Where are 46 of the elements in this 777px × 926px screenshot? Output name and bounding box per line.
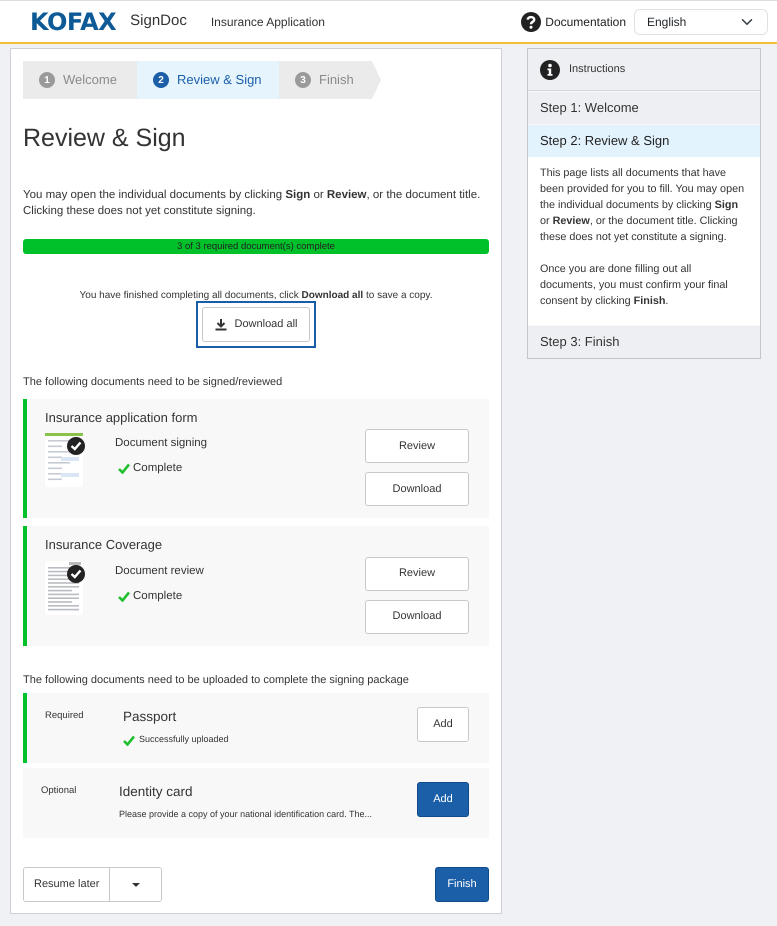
- upload-title: Identity card: [119, 783, 194, 801]
- upload-status: Successfully uploaded: [139, 733, 229, 746]
- app-name: SignDoc: [130, 11, 187, 32]
- progress-label: 3 of 3 required document(s) complete: [176, 240, 336, 254]
- download-icon: [214, 318, 226, 330]
- add-button[interactable]: Add: [417, 782, 469, 817]
- instruction-text: This page lists all documents that have been provided for you to fill. You may open the individual documents by clicking Sign or Review, or the document title. Clicking these does not yet constitute a signing.: [540, 166, 746, 245]
- instructions-title: Instructions: [569, 62, 626, 78]
- add-button[interactable]: Add: [417, 707, 469, 742]
- help-link[interactable]: Documentation: [521, 12, 626, 32]
- wizard-step[interactable]: 2 Review & Sign: [137, 61, 279, 99]
- review-button[interactable]: Review: [365, 429, 469, 463]
- download-button[interactable]: Download: [365, 472, 469, 506]
- help-icon: [521, 12, 542, 32]
- logo: KOFAX: [30, 6, 116, 38]
- page-heading: Review & Sign: [23, 123, 187, 153]
- upload-title: Passport: [123, 708, 178, 726]
- document-action: Document signing: [115, 436, 208, 451]
- check-icon: [118, 463, 130, 474]
- caret-icon: [132, 882, 140, 886]
- document-title[interactable]: Insurance application form: [45, 408, 469, 427]
- document-action: Document review: [115, 564, 205, 578]
- language-select[interactable]: English: [634, 8, 768, 34]
- status-text: Complete: [133, 588, 182, 604]
- intro-text: You may open the individual documents by clicking Sign or Review, or the document title. Clicking these does not yet constitute signing.: [23, 188, 482, 219]
- download-button[interactable]: Download: [365, 600, 469, 634]
- section-label: The following documents need to be uploaded to complete the signing package: [23, 672, 410, 688]
- upload-description: Please provide a copy of your national identification card. The...: [119, 808, 372, 822]
- check-icon: [123, 734, 135, 746]
- status-text: Complete: [133, 461, 182, 476]
- review-button[interactable]: Review: [365, 556, 469, 590]
- requirement-label: Optional: [41, 784, 78, 798]
- check-icon: [118, 590, 130, 602]
- page-title: Insurance Application: [210, 14, 325, 30]
- finished-note: You have finished completing all documents, click Download all to save a copy.: [78, 289, 434, 303]
- info-icon: [540, 60, 560, 80]
- check-badge-icon: [67, 564, 85, 582]
- check-badge-icon: [67, 437, 85, 455]
- finish-button[interactable]: Finish: [435, 867, 489, 902]
- instruction-text: Once you are done filling out all documents, you must confirm your final consent by clicking Finish.: [540, 262, 729, 309]
- instruction-step[interactable]: Step 2: Review & Sign: [528, 124, 760, 157]
- section-label: The following documents need to be signed/reviewed: [23, 375, 284, 390]
- dropdown-toggle-button[interactable]: [109, 868, 162, 901]
- download-all-button[interactable]: Download all: [202, 307, 310, 342]
- requirement-label: Required: [45, 709, 85, 723]
- document-title[interactable]: Insurance Coverage: [45, 535, 469, 554]
